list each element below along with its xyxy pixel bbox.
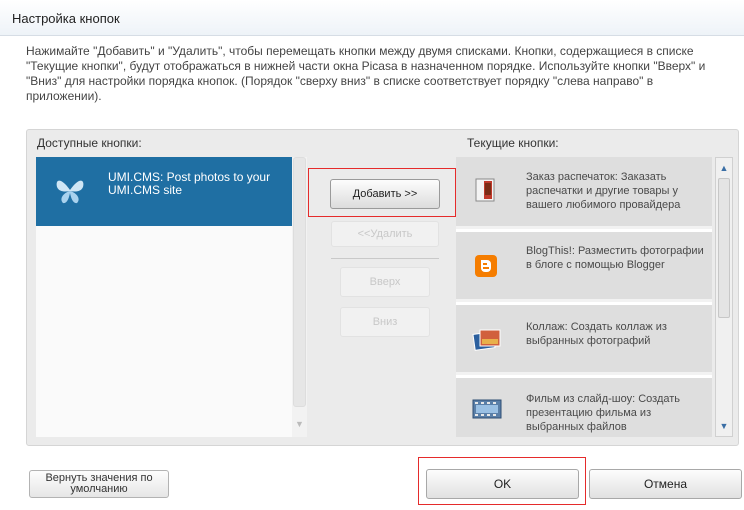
cancel-button[interactable]: Отмена: [589, 469, 742, 499]
instructions-text: Нажимайте "Добавить" и "Удалить", чтобы …: [26, 44, 706, 103]
current-item-label: Коллаж: Создать коллаж из выбранных фото…: [526, 321, 667, 347]
current-item-collage[interactable]: Коллаж: Создать коллаж из выбранных фото…: [456, 305, 712, 375]
remove-button[interactable]: <<Удалить: [331, 221, 439, 247]
current-item-label: Фильм из слайд-шоу: Создать презентацию …: [526, 393, 681, 433]
scroll-down-arrow-icon[interactable]: ▼: [718, 419, 730, 433]
move-up-button[interactable]: Вверх: [340, 267, 430, 297]
scroll-thumb[interactable]: [293, 157, 306, 407]
divider: [331, 258, 439, 259]
current-item-blogthis[interactable]: BlogThis!: Разместить фотографии в блоге…: [456, 232, 712, 302]
butterfly-icon: [53, 173, 87, 207]
print-order-icon: [472, 176, 500, 202]
blogger-icon: [472, 252, 500, 278]
current-list-scrollbar[interactable]: ▲ ▼: [715, 157, 733, 437]
current-buttons-list[interactable]: Заказ распечаток: Заказать распечатки и …: [456, 157, 712, 437]
add-button-highlight: [308, 168, 456, 217]
restore-defaults-button[interactable]: Вернуть значения по умолчанию: [29, 470, 169, 498]
current-buttons-label: Текущие кнопки:: [467, 136, 559, 150]
title-bar: Настройка кнопок: [0, 0, 744, 36]
window-title: Настройка кнопок: [12, 11, 120, 26]
available-buttons-label: Доступные кнопки:: [37, 136, 142, 150]
scroll-thumb[interactable]: [718, 178, 730, 318]
current-item-print-order[interactable]: Заказ распечаток: Заказать распечатки и …: [456, 157, 712, 229]
film-icon: [472, 398, 502, 424]
scroll-down-arrow-icon[interactable]: ▼: [295, 419, 304, 429]
current-item-film[interactable]: Фильм из слайд-шоу: Создать презентацию …: [456, 378, 712, 437]
available-list-scrollbar[interactable]: ▼: [292, 157, 307, 437]
current-item-label: BlogThis!: Разместить фотографии в блоге…: [526, 245, 704, 271]
ok-button-highlight: [418, 457, 586, 505]
scroll-up-arrow-icon[interactable]: ▲: [718, 161, 730, 175]
current-item-label: Заказ распечаток: Заказать распечатки и …: [526, 171, 681, 211]
available-item-umicms[interactable]: UMI.CMS: Post photos to your UMI.CMS sit…: [36, 157, 292, 226]
available-item-label: UMI.CMS: Post photos to your UMI.CMS sit…: [108, 170, 271, 197]
available-buttons-list[interactable]: UMI.CMS: Post photos to your UMI.CMS sit…: [36, 157, 292, 437]
collage-icon: [472, 327, 501, 353]
move-down-button[interactable]: Вниз: [340, 307, 430, 337]
